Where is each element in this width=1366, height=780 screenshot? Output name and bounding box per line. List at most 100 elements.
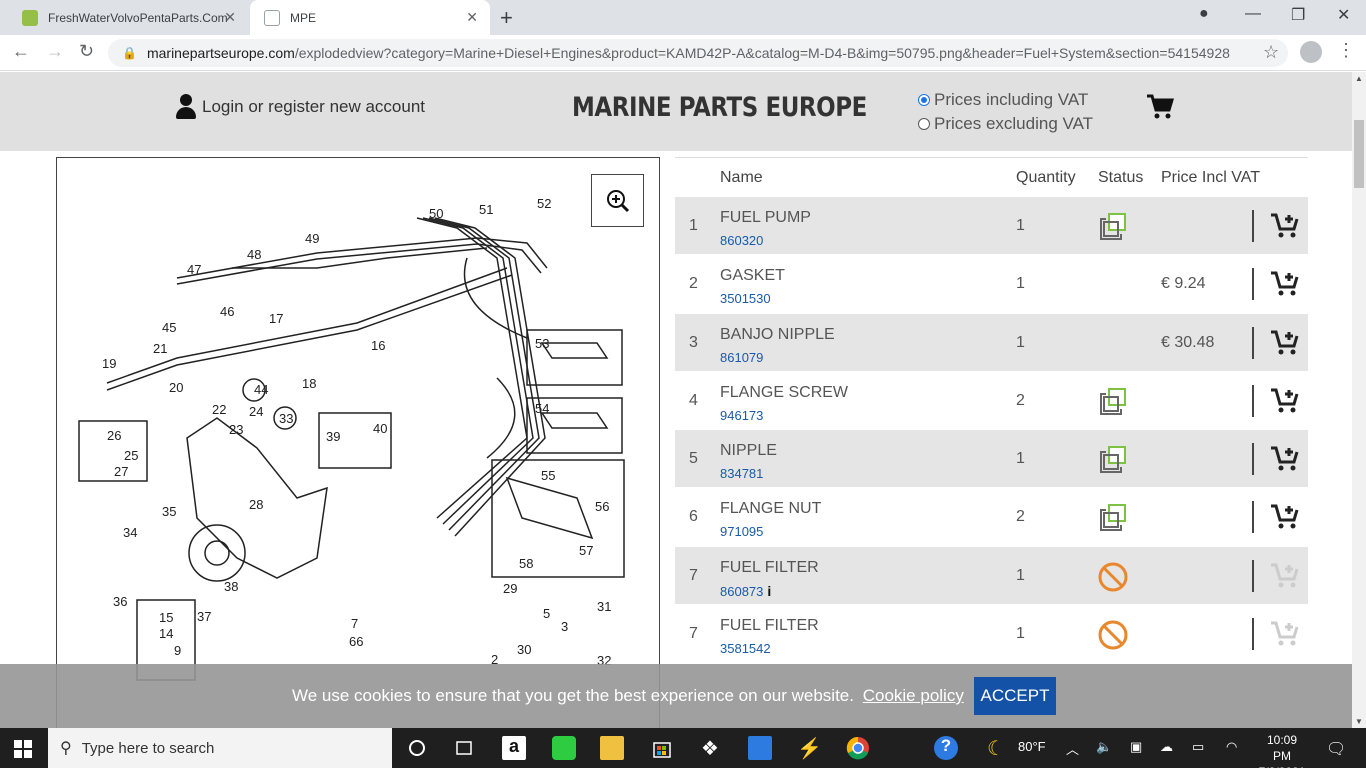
wifi-icon[interactable]: ◠ — [1226, 739, 1237, 755]
part-code-link[interactable]: 3501530 — [720, 291, 771, 306]
add-to-cart-button[interactable] — [1270, 212, 1300, 245]
battery-icon[interactable]: ▭ — [1192, 739, 1204, 755]
vat-excl-radio[interactable] — [918, 118, 930, 130]
scroll-down-icon[interactable]: ▼ — [1355, 717, 1363, 726]
minimize-button[interactable]: — — [1245, 5, 1261, 23]
diagram-callout-label: 27 — [114, 464, 128, 479]
part-code-link[interactable]: 860873 i — [720, 583, 771, 599]
add-to-cart-button[interactable] — [1270, 503, 1300, 536]
diagram-callout-label: 18 — [302, 376, 316, 391]
accept-cookies-button[interactable]: ACCEPT — [974, 677, 1056, 715]
task-view-icon[interactable] — [452, 736, 476, 760]
add-to-cart-button — [1270, 562, 1300, 595]
diagram-callout-label: 38 — [224, 579, 238, 594]
file-explorer-icon[interactable] — [600, 736, 624, 760]
add-to-cart-button[interactable] — [1270, 387, 1300, 420]
cart-icon[interactable] — [1146, 94, 1175, 125]
new-tab-button[interactable]: + — [500, 5, 513, 31]
dropbox-icon[interactable]: ❖ — [698, 736, 722, 760]
temperature-text[interactable]: 80°F — [1018, 739, 1046, 754]
meet-now-icon[interactable]: ▣ — [1130, 739, 1142, 755]
order-status-icon — [1097, 211, 1129, 243]
part-price: € 30.48 — [1161, 333, 1215, 351]
parts-table: Name Quantity Status Price Incl VAT 1 FU… — [675, 157, 1308, 663]
part-code: 946173 — [720, 407, 764, 423]
notifications-icon[interactable]: 🗨 — [1326, 739, 1346, 759]
table-row: 6 FLANGE NUT 971095 2 — [675, 487, 1308, 546]
diagram-callout-label: 53 — [535, 336, 549, 351]
windows-start-icon[interactable] — [14, 740, 32, 763]
bookmark-star-icon[interactable]: ☆ — [1263, 42, 1279, 63]
clock[interactable]: 10:09 PM 7/2/2021 — [1258, 732, 1306, 780]
chrome-icon[interactable] — [846, 736, 870, 760]
unavailable-status-icon — [1097, 561, 1129, 593]
add-to-cart-button[interactable] — [1270, 329, 1300, 362]
store-icon[interactable] — [650, 736, 674, 760]
profile-avatar[interactable] — [1300, 41, 1322, 63]
info-icon[interactable]: i — [767, 583, 771, 599]
part-quantity: 1 — [1016, 275, 1025, 293]
part-code: 861079 — [720, 349, 764, 365]
onedrive-icon[interactable]: ☁ — [1160, 739, 1173, 755]
diagram-callout-label: 26 — [107, 428, 121, 443]
site-header: Login or register new account MARINE PAR… — [0, 72, 1352, 151]
login-link[interactable]: Login or register new account — [175, 94, 425, 120]
vat-incl-option[interactable]: Prices including VAT — [918, 90, 1088, 110]
volume-icon[interactable]: 🔈 — [1096, 739, 1112, 755]
mail-icon[interactable] — [748, 736, 772, 760]
part-quantity: 1 — [1016, 217, 1025, 234]
row-divider — [1252, 443, 1254, 476]
part-code: 3501530 — [720, 291, 771, 307]
back-button[interactable]: ← — [12, 41, 30, 62]
vat-incl-radio[interactable] — [918, 94, 930, 106]
row-number: 6 — [689, 508, 698, 526]
help-icon[interactable]: ? — [934, 736, 958, 760]
cookie-text: We use cookies to ensure that you get th… — [292, 686, 854, 705]
part-code-link[interactable]: 971095 — [720, 524, 763, 539]
row-divider — [1252, 618, 1254, 651]
diagram-callout-label: 14 — [159, 626, 173, 641]
part-code-link[interactable]: 860320 — [720, 233, 763, 248]
scroll-up-icon[interactable]: ▲ — [1355, 74, 1363, 83]
page-scrollbar[interactable]: ▲ ▼ — [1352, 72, 1366, 728]
tab-search-icon[interactable]: ● — [1199, 5, 1209, 23]
part-code-link[interactable]: 3581542 — [720, 641, 771, 656]
amazon-icon[interactable]: a — [502, 736, 526, 760]
diagram-callout-label: 31 — [597, 599, 611, 614]
cortana-icon[interactable] — [405, 736, 429, 760]
url-input[interactable]: 🔒 marinepartseurope.com/explodedview?cat… — [108, 39, 1288, 67]
vat-excl-option[interactable]: Prices excluding VAT — [918, 114, 1093, 134]
zoom-button[interactable] — [591, 174, 644, 227]
taskbar-search-input[interactable]: ⚲ Type here to search — [48, 728, 392, 768]
part-code-link[interactable]: 834781 — [720, 466, 763, 481]
tab-mpe[interactable]: MPE ✕ — [250, 0, 490, 35]
diagram-callout-label: 50 — [429, 206, 443, 221]
add-to-cart-button[interactable] — [1270, 445, 1300, 478]
diagram-callout-label: 52 — [537, 196, 551, 211]
part-name: FLANGE SCREW — [720, 383, 849, 401]
forward-button[interactable]: → — [46, 41, 64, 62]
sheets-icon[interactable] — [552, 736, 576, 760]
close-icon[interactable]: ✕ — [466, 9, 478, 26]
maximize-button[interactable]: ❐ — [1291, 5, 1305, 25]
table-row: 2 GASKET 3501530 1 € 9.24 — [675, 254, 1308, 313]
scrollbar-thumb[interactable] — [1354, 120, 1364, 188]
exploded-view-diagram[interactable]: 50 51 52 49 48 47 46 45 17 16 21 19 20 44 18 22 24 33 23 39… — [56, 157, 660, 737]
part-price: € 9.24 — [1161, 275, 1206, 293]
part-code-link[interactable]: 861079 — [720, 350, 763, 365]
tab-freshwater[interactable]: FreshWaterVolvoPentaParts.Com ✕ — [8, 0, 248, 35]
reload-button[interactable]: ↻ — [79, 41, 94, 62]
row-number: 1 — [689, 217, 698, 234]
table-row: 1 FUEL PUMP 860320 1 — [675, 196, 1308, 255]
browser-menu-icon[interactable]: ⋮ — [1337, 40, 1355, 61]
site-logo[interactable]: MARINE PARTS EUROPE — [572, 92, 867, 123]
part-code-link[interactable]: 946173 — [720, 408, 763, 423]
cookie-policy-link[interactable]: Cookie policy — [863, 686, 964, 705]
tray-chevron-icon[interactable]: ︿ — [1066, 739, 1079, 758]
app-icon[interactable]: ⚡ — [797, 736, 822, 760]
row-divider — [1252, 268, 1254, 301]
close-icon[interactable]: ✕ — [224, 9, 236, 26]
window-close-button[interactable]: ✕ — [1337, 5, 1350, 25]
add-to-cart-button[interactable] — [1270, 270, 1300, 303]
row-number: 2 — [689, 275, 698, 293]
